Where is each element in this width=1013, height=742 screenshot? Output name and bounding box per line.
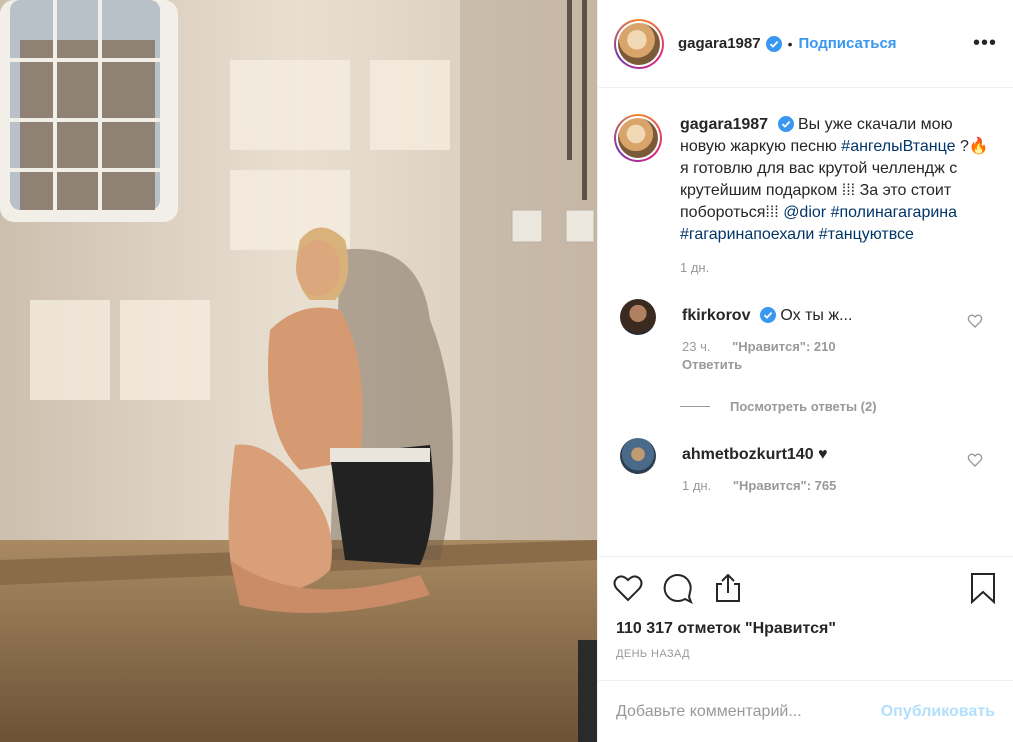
- reply-button[interactable]: Ответить: [682, 357, 854, 372]
- post-actions-bar: [598, 556, 1013, 618]
- caption-text: gagara1987 Вы уже скачали мою новую жарк…: [680, 114, 990, 246]
- post-side-panel: gagara1987 • Подписаться ••• gagara1987: [597, 0, 1013, 742]
- comment-bubble-icon[interactable]: [662, 572, 694, 604]
- comment-item: ahmetbozkurt140 ♥ 1 дн. "Нравится": 765: [614, 438, 997, 493]
- caption-timestamp[interactable]: 1 дн.: [680, 260, 997, 275]
- replies-divider-line: [680, 406, 710, 407]
- post-image: [0, 0, 597, 742]
- comment-likes-count[interactable]: "Нравится": 765: [733, 478, 837, 493]
- mention-link[interactable]: @dior: [783, 204, 826, 221]
- comment-text: ♥: [818, 446, 828, 463]
- commenter-username[interactable]: ahmetbozkurt140: [682, 446, 814, 463]
- caption-avatar[interactable]: [614, 114, 662, 162]
- comment-likes-count[interactable]: "Нравится": 210: [732, 339, 836, 354]
- comment-timestamp[interactable]: 1 дн.: [682, 478, 711, 493]
- hashtag-link[interactable]: #полинагагарина: [831, 204, 957, 221]
- add-comment-bar: Опубликовать: [598, 680, 1013, 742]
- post-photo[interactable]: [0, 0, 597, 742]
- post-caption: gagara1987 Вы уже скачали мою новую жарк…: [614, 114, 997, 246]
- comment-input[interactable]: [616, 702, 881, 721]
- share-icon[interactable]: [712, 572, 744, 604]
- post-date[interactable]: ДЕНЬ НАЗАД: [598, 638, 1013, 660]
- likes-count[interactable]: 110 317 отметок "Нравится": [598, 618, 1013, 638]
- verified-badge-icon: [777, 116, 794, 132]
- header-separator: •: [787, 35, 793, 52]
- bookmark-icon[interactable]: [967, 572, 999, 604]
- commenter-username[interactable]: fkirkorov: [682, 307, 750, 324]
- author-username[interactable]: gagara1987: [678, 35, 761, 52]
- hashtag-link[interactable]: #гагаринапоехали: [680, 226, 814, 243]
- hashtag-link[interactable]: #ангелыВтанце: [841, 138, 955, 155]
- view-replies-button[interactable]: Посмотреть ответы (2): [680, 399, 997, 414]
- follow-button[interactable]: Подписаться: [798, 35, 896, 52]
- commenter-avatar[interactable]: [620, 438, 656, 474]
- comments-section: gagara1987 Вы уже скачали мою новую жарк…: [598, 88, 1013, 556]
- comment-text: Ох ты ж...: [780, 307, 853, 324]
- verified-badge-icon: [765, 35, 782, 52]
- comment-item: fkirkorov Ох ты ж... 23 ч. "Нравится": 2…: [614, 299, 997, 372]
- like-comment-heart-icon[interactable]: [967, 452, 983, 468]
- comment-timestamp[interactable]: 23 ч.: [682, 339, 710, 354]
- publish-button[interactable]: Опубликовать: [881, 703, 995, 721]
- caption-username[interactable]: gagara1987: [680, 116, 768, 133]
- author-avatar[interactable]: [614, 18, 664, 69]
- like-comment-heart-icon[interactable]: [967, 313, 983, 329]
- more-options-icon[interactable]: •••: [973, 32, 997, 55]
- post-header: gagara1987 • Подписаться •••: [598, 0, 1013, 88]
- commenter-avatar[interactable]: [620, 299, 656, 335]
- instagram-post-modal: gagara1987 • Подписаться ••• gagara1987: [0, 0, 1013, 742]
- verified-badge-icon: [759, 307, 776, 323]
- hashtag-link[interactable]: #танцуютвсе: [819, 226, 914, 243]
- like-heart-icon[interactable]: [612, 572, 644, 604]
- view-replies-label: Посмотреть ответы (2): [730, 399, 877, 414]
